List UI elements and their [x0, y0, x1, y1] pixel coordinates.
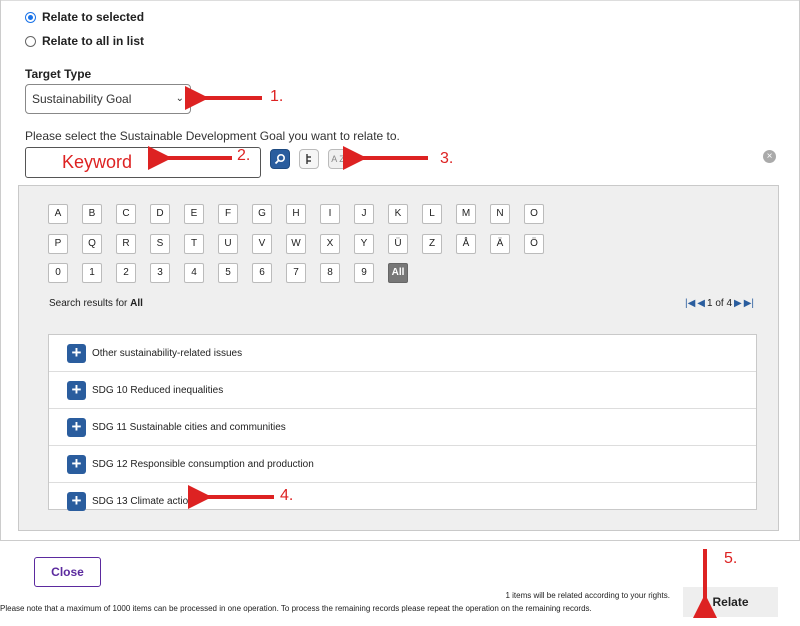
alphabet-key[interactable]: Q [82, 233, 102, 254]
alphabet-key[interactable]: 8 [320, 263, 340, 283]
alphabet-key[interactable]: 6 [252, 263, 272, 283]
alphabet-key[interactable]: 4 [184, 263, 204, 283]
list-item[interactable]: + SDG 11 Sustainable cities and communiti… [49, 409, 756, 446]
alphabet-key[interactable]: F [218, 204, 238, 224]
alphabet-key[interactable]: 1 [82, 263, 102, 283]
alphabet-key[interactable]: B [82, 204, 102, 224]
list-item-label: SDG 12 Responsible consumption and produ… [92, 458, 314, 470]
target-type-label: Target Type [25, 67, 92, 81]
tree-icon [306, 154, 311, 164]
next-page-icon[interactable]: ▶ [734, 298, 742, 309]
alphabet-key[interactable]: D [150, 204, 170, 224]
list-item[interactable]: + SDG 10 Reduced inequalities [49, 372, 756, 409]
expand-plus-icon[interactable]: + [67, 343, 86, 363]
target-type-select[interactable]: Sustainability Goal ⌄ [25, 84, 191, 114]
alphabet-key[interactable]: V [252, 233, 272, 254]
alphabet-key[interactable]: 7 [286, 263, 306, 283]
alphabet-key[interactable]: M [456, 204, 476, 224]
results-panel: ABCDEFGHIJKLMNO PQRSTUVWXYÜZÅÄÖ 0123456789… [18, 185, 779, 531]
relate-button[interactable]: Relate [683, 587, 778, 617]
alphabet-key[interactable]: P [48, 233, 68, 254]
pagination: |◀ ◀ 1 of 4 ▶ ▶| [685, 298, 754, 309]
selection-prompt: Please select the Sustainable Developmen… [25, 129, 400, 143]
list-item-label: SDG 11 Sustainable cities and communitie… [92, 421, 286, 433]
annotation-label-1: 1. [270, 88, 284, 105]
alphabet-key[interactable]: 3 [150, 263, 170, 283]
rights-note: 1 items will be related according to you… [505, 591, 670, 600]
list-item-label: SDG 13 Climate action [92, 496, 194, 507]
expand-plus-icon[interactable]: + [67, 454, 86, 474]
az-sort-icon: A Z [331, 154, 345, 164]
top-rule [0, 0, 800, 1]
page-indicator: 1 of 4 [707, 298, 733, 309]
radio-all[interactable] [25, 35, 36, 47]
alphabet-key[interactable]: Y [354, 233, 374, 254]
alphabet-key[interactable]: Ä [490, 233, 510, 254]
last-page-icon[interactable]: ▶| [744, 298, 754, 309]
expand-plus-icon[interactable]: + [67, 417, 86, 437]
footer-divider [0, 540, 800, 541]
search-results-term: All [130, 298, 143, 309]
results-list: + Other sustainability-related issues + SDG… [48, 334, 757, 511]
chevron-down-icon: ⌄ [175, 93, 184, 104]
alphabet-key[interactable]: J [354, 204, 374, 224]
alphabet-key[interactable]: C [116, 204, 136, 224]
search-icon [274, 153, 286, 165]
alphabet-key[interactable]: W [286, 233, 306, 254]
alphabet-key[interactable]: U [218, 233, 238, 254]
relate-to-all-label: Relate to all in list [42, 34, 145, 48]
relate-to-selected-label: Relate to selected [42, 10, 145, 24]
first-page-icon[interactable]: |◀ [685, 298, 695, 309]
alphabet-key[interactable]: Z [422, 233, 442, 254]
list-item[interactable]: + Other sustainability-related issues [49, 335, 756, 372]
alphabet-key[interactable]: R [116, 233, 136, 254]
expand-plus-icon[interactable]: + [67, 380, 86, 400]
list-item[interactable]: + SDG 12 Responsible consumption and prod… [49, 446, 756, 483]
alphabet-key[interactable]: A [48, 204, 68, 224]
annotation-label-3: 3. [440, 150, 454, 167]
list-item-label: Other sustainability-related issues [92, 347, 243, 359]
keyword-input[interactable] [25, 147, 261, 178]
target-type-value: Sustainability Goal [32, 92, 132, 106]
list-item[interactable]: + SDG 13 Climate action [49, 483, 756, 520]
alphabet-key[interactable]: All [388, 263, 408, 283]
alphabet-key[interactable]: Å [456, 233, 476, 254]
alphabet-key[interactable]: H [286, 204, 306, 224]
search-button[interactable] [270, 149, 290, 169]
alphabet-key[interactable]: Ö [524, 233, 544, 254]
alphabet-key[interactable]: S [150, 233, 170, 254]
annotation-label-5: 5. [724, 550, 738, 567]
alphabet-key[interactable]: 9 [354, 263, 374, 283]
alphabet-key[interactable]: G [252, 204, 272, 224]
alphabetical-sort-button[interactable]: A Z [328, 149, 348, 169]
alphabet-key[interactable]: Ü [388, 233, 408, 254]
dialog-border-left [0, 0, 1, 540]
close-button[interactable]: Close [34, 557, 101, 587]
tree-view-button[interactable] [299, 149, 319, 169]
alphabet-key[interactable]: O [524, 204, 544, 224]
alphabet-key[interactable]: X [320, 233, 340, 254]
alphabet-key[interactable]: T [184, 233, 204, 254]
prev-page-icon[interactable]: ◀ [697, 298, 705, 309]
relate-to-all-option[interactable]: Relate to all in list [25, 34, 144, 48]
relate-to-selected-option[interactable]: Relate to selected [25, 10, 144, 24]
annotation-label-4: 4. [280, 487, 294, 504]
alphabet-key[interactable]: K [388, 204, 408, 224]
alphabet-key[interactable]: L [422, 204, 442, 224]
expand-plus-icon[interactable]: + [67, 492, 86, 511]
alphabet-key[interactable]: I [320, 204, 340, 224]
alphabet-key[interactable]: N [490, 204, 510, 224]
clear-icon[interactable]: × [763, 150, 776, 163]
search-results-label: Search results for All [49, 298, 143, 309]
alphabet-key[interactable]: 2 [116, 263, 136, 283]
alphabet-key[interactable]: 5 [218, 263, 238, 283]
limit-note: Please note that a maximum of 1000 items… [0, 604, 592, 613]
annotation-label-2: 2. [237, 147, 251, 164]
alphabet-key[interactable]: E [184, 204, 204, 224]
list-item-label: SDG 10 Reduced inequalities [92, 384, 224, 396]
alphabet-key[interactable]: 0 [48, 263, 68, 283]
search-results-prefix: Search results for [49, 298, 131, 309]
radio-selected[interactable] [25, 11, 36, 23]
